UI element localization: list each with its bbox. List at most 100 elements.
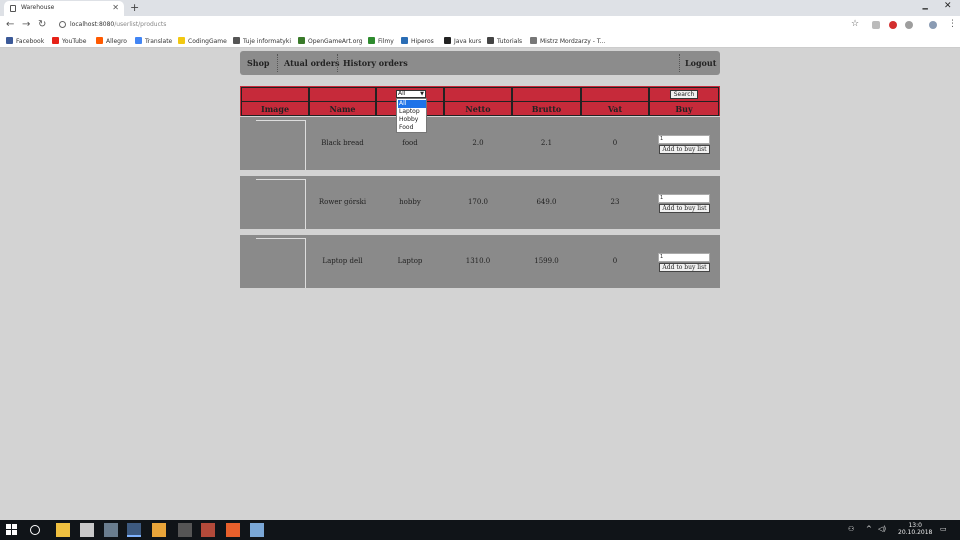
bookmark-favicon-icon: [178, 37, 185, 44]
product-brutto: 649.0: [536, 198, 557, 206]
bookmark-label: Mistrz Mordzarzy - T...: [540, 38, 606, 45]
bookmark-label: Hiperos: [411, 38, 434, 45]
nav-shop-link[interactable]: Shop: [240, 51, 277, 75]
column-header-buy: Buy: [675, 104, 693, 114]
add-to-buy-list-button[interactable]: Add to buy list: [659, 204, 710, 213]
bookmark-item[interactable]: Java kurs: [444, 37, 481, 45]
network-icon[interactable]: ⚇: [848, 525, 854, 533]
back-icon[interactable]: ←: [6, 19, 14, 30]
reload-icon[interactable]: ↻: [38, 19, 46, 30]
taskbar-app-icon[interactable]: [80, 523, 94, 537]
bookmark-label: OpenGameArt.org: [308, 38, 363, 45]
product-brutto: 1599.0: [534, 257, 559, 265]
quantity-input[interactable]: 1: [658, 253, 710, 262]
bookmark-item[interactable]: CodingGame: [178, 37, 227, 45]
profile-avatar-icon[interactable]: [929, 21, 937, 29]
search-button[interactable]: Search: [670, 90, 698, 99]
product-brutto: 2.1: [540, 139, 553, 147]
product-netto: 1310.0: [465, 257, 491, 265]
taskbar-app-icon[interactable]: [152, 523, 166, 537]
bookmark-item[interactable]: OpenGameArt.org: [298, 37, 363, 45]
browser-menu-icon[interactable]: ⋮: [948, 19, 957, 29]
quantity-input[interactable]: 1: [658, 135, 710, 144]
notifications-icon[interactable]: ▭: [940, 525, 947, 533]
bookmark-star-icon[interactable]: ☆: [851, 19, 859, 29]
taskbar-app-icon[interactable]: [226, 523, 240, 537]
bookmark-item[interactable]: Facebook: [6, 37, 44, 45]
product-netto: 170.0: [467, 198, 489, 206]
bookmark-label: Filmy: [378, 38, 394, 45]
tab-title: Warehouse: [21, 4, 55, 11]
bookmark-item[interactable]: Hiperos: [401, 37, 434, 45]
add-to-buy-list-button[interactable]: Add to buy list: [659, 263, 710, 272]
forward-icon[interactable]: →: [22, 19, 30, 30]
bookmark-item[interactable]: Tutorials: [487, 37, 522, 45]
column-header-image: Image: [260, 104, 290, 114]
product-row: Rower górski hobby 170.0 649.0 23 1 Add to buy…: [240, 176, 720, 229]
column-header-brutto: Brutto: [531, 104, 562, 114]
page-icon: [10, 5, 16, 12]
bookmark-item[interactable]: Translate: [135, 37, 172, 45]
bookmark-item[interactable]: Tuje informatyki: [233, 37, 291, 45]
bookmark-item[interactable]: Filmy: [368, 37, 394, 45]
bookmark-item[interactable]: YouTube: [52, 37, 86, 45]
bookmark-label: Tuje informatyki: [243, 38, 292, 45]
quantity-input[interactable]: 1: [658, 194, 710, 203]
product-row: Black bread food 2.0 2.1 0 1 Add to buy list: [240, 117, 720, 170]
address-bar[interactable]: localhost:8080/userlist/products: [54, 18, 868, 32]
bookmarks-bar: Facebook YouTube Allegro Translate CodingGam…: [0, 35, 960, 48]
bookmark-label: Allegro: [106, 38, 127, 45]
product-category: hobby: [399, 198, 421, 206]
category-option[interactable]: Hobby: [398, 116, 426, 124]
window-close-icon[interactable]: ✕: [944, 1, 952, 11]
bookmark-item[interactable]: Allegro: [96, 37, 127, 45]
taskbar-app-icon[interactable]: [250, 523, 264, 537]
bookmark-label: Facebook: [16, 38, 45, 45]
unity-icon[interactable]: [178, 523, 192, 537]
bookmark-favicon-icon: [298, 37, 305, 44]
product-vat: 0: [612, 139, 618, 147]
add-to-buy-list-button[interactable]: Add to buy list: [659, 145, 710, 154]
chrome-icon[interactable]: [127, 523, 141, 537]
bookmark-label: Java kurs: [454, 38, 482, 45]
category-filter-select[interactable]: All ▼: [396, 90, 426, 98]
taskbar-app-icon[interactable]: [104, 523, 118, 537]
category-option[interactable]: Laptop: [398, 108, 426, 116]
product-image: [256, 120, 306, 170]
site-info-icon[interactable]: [59, 21, 66, 28]
product-image: [256, 238, 306, 288]
nav-history-orders-link[interactable]: History orders: [336, 51, 415, 75]
extension-icon[interactable]: [872, 21, 880, 29]
bookmark-label: CodingGame: [188, 38, 227, 45]
opera-extension-icon[interactable]: [889, 21, 897, 29]
start-menu-icon[interactable]: [6, 524, 17, 535]
product-row: Laptop dell Laptop 1310.0 1599.0 0 1 Add to bu…: [240, 235, 720, 288]
new-tab-button[interactable]: +: [130, 1, 139, 14]
system-clock[interactable]: 13:0 20.10.2018: [898, 522, 932, 536]
nav-logout-link[interactable]: Logout: [678, 51, 723, 75]
tab-close-icon[interactable]: ✕: [112, 3, 119, 12]
product-name: Laptop dell: [322, 257, 363, 265]
product-vat: 23: [610, 198, 620, 206]
volume-icon[interactable]: ◁): [878, 525, 886, 533]
bookmark-favicon-icon: [135, 37, 142, 44]
browser-tab-strip: Warehouse ✕ + 🗕 ✕: [0, 0, 960, 16]
extension-icon-2[interactable]: [905, 21, 913, 29]
bookmark-label: YouTube: [62, 38, 87, 45]
minimize-icon[interactable]: 🗕: [922, 1, 928, 17]
browser-tab[interactable]: Warehouse ✕: [4, 1, 124, 16]
search-icon[interactable]: [30, 525, 40, 535]
tray-chevron-icon[interactable]: ^: [866, 525, 872, 533]
chevron-down-icon: ▼: [420, 91, 424, 97]
app-navbar: Shop Atual orders History orders Logout: [240, 51, 720, 75]
bookmark-item[interactable]: Mistrz Mordzarzy - T...: [530, 37, 606, 45]
bookmark-favicon-icon: [52, 37, 59, 44]
product-name: Rower górski: [318, 198, 367, 206]
category-option[interactable]: All: [398, 100, 426, 108]
product-netto: 2.0: [472, 139, 484, 147]
url-text: localhost:8080/userlist/products: [70, 21, 167, 28]
taskbar-app-icon[interactable]: [201, 523, 215, 537]
category-option[interactable]: Food: [398, 124, 426, 132]
file-explorer-icon[interactable]: [56, 523, 70, 537]
bookmark-favicon-icon: [6, 37, 13, 44]
